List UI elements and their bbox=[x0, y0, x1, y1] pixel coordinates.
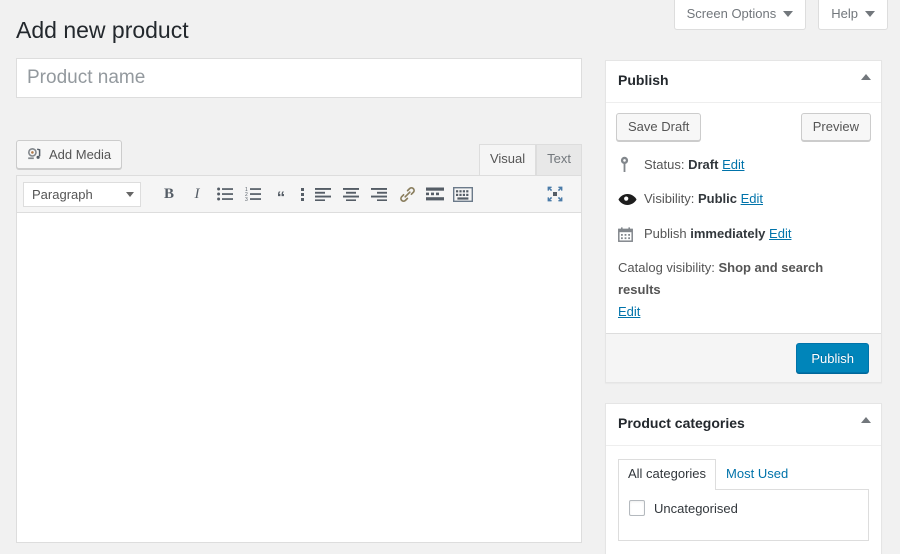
bold-icon[interactable]: B bbox=[155, 180, 183, 208]
blockquote-icon[interactable]: “ bbox=[267, 180, 295, 208]
add-media-icon bbox=[27, 147, 42, 162]
categories-panel-title: Product categories bbox=[618, 414, 849, 434]
page-title: Add new product bbox=[16, 16, 189, 46]
chevron-down-icon bbox=[783, 11, 793, 17]
toolbar-toggle-icon[interactable] bbox=[295, 180, 309, 208]
paragraph-format-value: Paragraph bbox=[32, 187, 93, 202]
insert-link-icon[interactable] bbox=[393, 180, 421, 208]
catalog-visibility-label: Catalog visibility: bbox=[618, 260, 715, 275]
tab-all-categories[interactable]: All categories bbox=[618, 459, 716, 490]
save-draft-button[interactable]: Save Draft bbox=[616, 113, 701, 141]
post-status-value: Draft bbox=[688, 157, 718, 172]
categories-checklist[interactable]: Uncategorised bbox=[618, 489, 869, 541]
product-name-input[interactable] bbox=[16, 58, 582, 98]
publish-footer: Publish bbox=[606, 333, 881, 382]
italic-icon[interactable]: I bbox=[183, 180, 211, 208]
editor-top-row: Add Media Visual Text bbox=[16, 140, 582, 175]
editor-mode-tabs: Visual Text bbox=[479, 144, 582, 176]
editor-container: Add Media Visual Text Paragraph B I bbox=[16, 140, 582, 543]
insert-read-more-icon[interactable] bbox=[421, 180, 449, 208]
screen-options-button[interactable]: Screen Options bbox=[674, 0, 807, 30]
publish-button[interactable]: Publish bbox=[796, 343, 869, 373]
publish-meta-list: Status: Draft Edit Visibility: Public bbox=[606, 151, 881, 334]
tab-text[interactable]: Text bbox=[536, 144, 582, 176]
publish-actions-row: Save Draft Preview bbox=[606, 103, 881, 151]
tab-visual[interactable]: Visual bbox=[479, 144, 536, 176]
align-left-icon[interactable] bbox=[309, 180, 337, 208]
chevron-down-icon bbox=[126, 192, 134, 197]
main-column: Add Media Visual Text Paragraph B I bbox=[16, 58, 582, 543]
add-media-button[interactable]: Add Media bbox=[16, 140, 122, 169]
edit-visibility-link[interactable]: Edit bbox=[741, 191, 763, 206]
help-button[interactable]: Help bbox=[818, 0, 888, 30]
chevron-down-icon bbox=[865, 11, 875, 17]
calendar-icon bbox=[618, 225, 638, 243]
category-label: Uncategorised bbox=[654, 501, 738, 516]
bulleted-list-icon[interactable] bbox=[211, 180, 239, 208]
categories-panel-body: All categories Most Used Uncategorised +… bbox=[606, 446, 881, 554]
wp-admin-add-product-screen: Screen Options Help Add new product bbox=[0, 0, 900, 554]
visibility-value: Public bbox=[698, 191, 737, 206]
panel-collapse-icon[interactable] bbox=[861, 417, 871, 423]
svg-text:3: 3 bbox=[245, 197, 248, 201]
publish-panel-title: Publish bbox=[618, 71, 849, 91]
editor-toolbar: Paragraph B I bbox=[16, 175, 582, 213]
align-center-icon[interactable] bbox=[337, 180, 365, 208]
screen-options-label: Screen Options bbox=[687, 6, 777, 22]
visibility-label: Visibility: bbox=[644, 191, 694, 206]
sidebar-column: Publish Save Draft Preview Statu bbox=[605, 60, 882, 554]
visibility-row: Visibility: Public Edit bbox=[618, 185, 869, 220]
tab-most-used[interactable]: Most Used bbox=[716, 459, 798, 489]
numbered-list-icon[interactable]: 1 2 3 bbox=[239, 180, 267, 208]
keyboard-shortcuts-icon[interactable] bbox=[449, 180, 477, 208]
screen-meta-links: Screen Options Help bbox=[674, 0, 888, 30]
align-right-icon[interactable] bbox=[365, 180, 393, 208]
publish-schedule-value: immediately bbox=[690, 226, 765, 241]
fullscreen-icon[interactable] bbox=[541, 180, 569, 208]
post-status-pin-icon bbox=[618, 156, 638, 174]
publish-panel-header: Publish bbox=[606, 61, 881, 103]
edit-schedule-link[interactable]: Edit bbox=[769, 226, 791, 241]
post-status-row: Status: Draft Edit bbox=[618, 151, 869, 186]
publish-panel: Publish Save Draft Preview Statu bbox=[605, 60, 882, 383]
preview-button[interactable]: Preview bbox=[801, 113, 871, 141]
paragraph-format-select[interactable]: Paragraph bbox=[23, 182, 141, 207]
editor-content-area[interactable] bbox=[16, 213, 582, 543]
post-status-label: Status: bbox=[644, 157, 684, 172]
categories-tabs: All categories Most Used bbox=[618, 459, 869, 490]
publish-schedule-label: Publish bbox=[644, 226, 687, 241]
edit-catalog-visibility-link[interactable]: Edit bbox=[618, 304, 640, 319]
help-label: Help bbox=[831, 6, 858, 22]
list-item: Uncategorised bbox=[629, 500, 858, 516]
add-media-label: Add Media bbox=[49, 147, 111, 162]
publish-schedule-row: Publish immediately Edit bbox=[618, 220, 869, 255]
edit-status-link[interactable]: Edit bbox=[722, 157, 744, 172]
panel-collapse-icon[interactable] bbox=[861, 74, 871, 80]
catalog-visibility-row: Catalog visibility: Shop and search resu… bbox=[618, 255, 869, 331]
categories-panel-header: Product categories bbox=[606, 404, 881, 446]
visibility-eye-icon bbox=[618, 190, 638, 208]
category-checkbox-uncategorised[interactable] bbox=[629, 500, 645, 516]
product-categories-panel: Product categories All categories Most U… bbox=[605, 403, 882, 554]
